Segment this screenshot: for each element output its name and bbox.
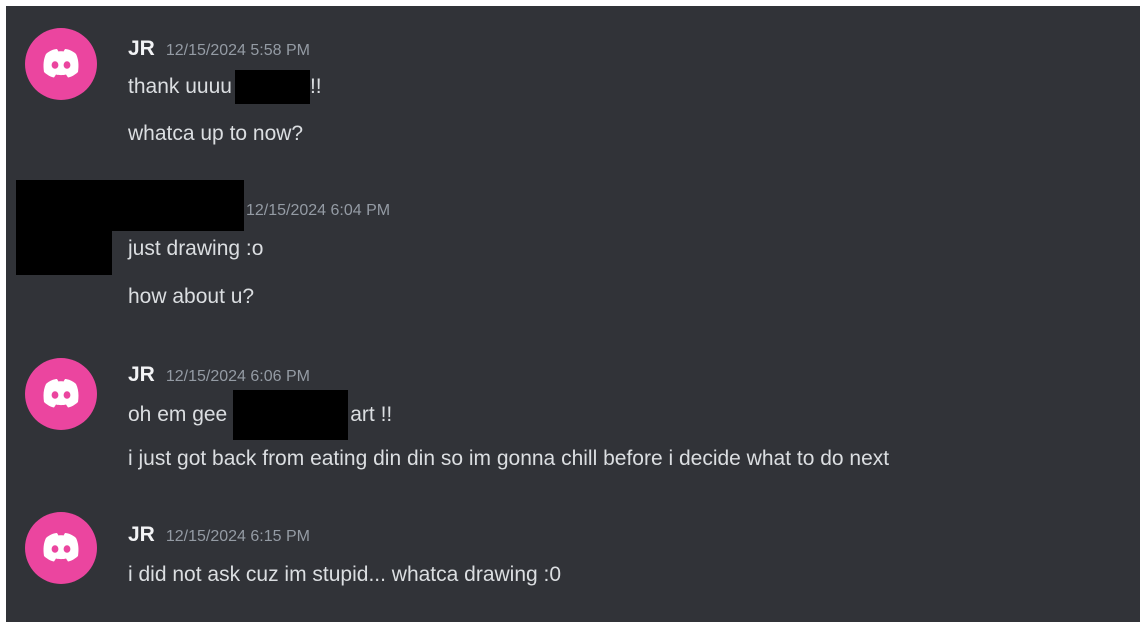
avatar[interactable]	[25, 512, 97, 584]
message-author[interactable]: JR	[128, 37, 155, 61]
redaction-box	[233, 390, 349, 440]
message-text-segment: how about u?	[128, 285, 255, 308]
message-timestamp: 12/15/2024 6:04 PM	[246, 202, 391, 219]
message-text: just drawing :o	[128, 237, 263, 261]
discord-logo-icon	[43, 49, 79, 78]
message-text: i did not ask cuz im stupid... whatca dr…	[128, 563, 561, 587]
message-timestamp: 12/15/2024 5:58 PM	[165, 42, 310, 59]
message-text-segment: !!	[309, 75, 322, 98]
avatar[interactable]	[25, 358, 97, 430]
message-text-segment: just drawing :o	[128, 237, 264, 260]
message-text: whatca up to now?	[128, 122, 303, 146]
avatar[interactable]	[25, 28, 97, 100]
message-text-segment: art !!	[350, 403, 393, 426]
message-author[interactable]: JR	[128, 363, 155, 387]
message-timestamp: 12/15/2024 6:15 PM	[165, 528, 310, 545]
message-text-segment: i did not ask cuz im stupid... whatca dr…	[128, 563, 562, 586]
discord-logo-icon	[43, 533, 79, 562]
message-text-segment: oh em gee	[128, 403, 228, 426]
message-text-segment: whatca up to now?	[128, 122, 304, 145]
redacted-avatar-and-name	[16, 180, 244, 231]
message-text: oh em gee art !!	[128, 390, 392, 440]
discord-logo-icon	[43, 379, 79, 408]
message-text: i just got back from eating din din so i…	[128, 447, 889, 471]
redaction-box	[234, 70, 310, 104]
message-text-segment: thank uuuu	[128, 75, 232, 98]
message-text: how about u?	[128, 285, 254, 309]
redacted-avatar	[16, 230, 112, 275]
message-author[interactable]: JR	[128, 523, 155, 547]
message-text-segment: i just got back from eating din din so i…	[128, 447, 890, 470]
chat-message-list: JR 12/15/2024 5:58 PM thank uuuu !! what…	[6, 6, 1140, 622]
message-text: thank uuuu !!	[128, 70, 322, 104]
message-timestamp: 12/15/2024 6:06 PM	[165, 368, 310, 385]
